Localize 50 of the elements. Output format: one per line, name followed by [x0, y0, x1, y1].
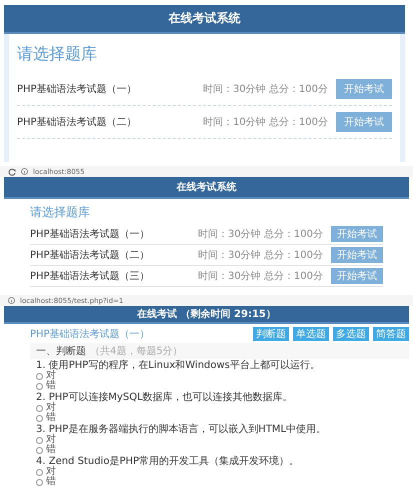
page-heading: 请选择题库 — [30, 204, 91, 221]
exam-heading: PHP基础语法考试题（一） — [30, 328, 151, 341]
radio-button[interactable] — [36, 382, 43, 390]
exam-info: 时间：30分钟 总分：100分 — [198, 248, 323, 262]
option-label: 错 — [46, 477, 56, 487]
reload-icon[interactable] — [8, 168, 16, 176]
option-label: 错 — [46, 381, 56, 391]
radio-button[interactable] — [36, 446, 43, 454]
exam-title: PHP基础语法考试题（二） — [30, 248, 151, 262]
exam-info: 时间：10分钟 总分：100分 — [203, 116, 328, 129]
question-text: 2. PHP可以连接MySQL数据库，也可以连接其他数据库。 — [35, 392, 294, 403]
exam-info: 时间：30分钟 总分：100分 — [203, 82, 328, 96]
radio-button[interactable] — [36, 372, 43, 380]
start-exam-button[interactable]: 开始考试 — [336, 112, 392, 132]
start-exam-button[interactable]: 开始考试 — [336, 79, 392, 99]
section-button[interactable]: 多选题 — [333, 327, 369, 341]
section-title: 一、判断题 — [36, 344, 86, 358]
site-info-icon — [8, 297, 15, 304]
radio-button[interactable] — [36, 414, 43, 422]
header-bar: 在线考试系统 — [4, 5, 405, 34]
radio-button[interactable] — [36, 404, 43, 412]
question-text: 4. Zend Studio是PHP常用的开发工具（集成开发环境）。 — [35, 456, 300, 467]
start-exam-button[interactable]: 开始考试 — [331, 247, 383, 263]
exam-info: 时间：30分钟 总分：100分 — [198, 270, 323, 283]
exam-info: 时间：30分钟 总分：100分 — [198, 228, 323, 241]
question-text: 1. 使用PHP写的程序，在Linux和Windows平台上都可以运行。 — [35, 360, 321, 371]
site-info-icon — [21, 168, 28, 175]
option-label: 对 — [46, 435, 56, 445]
exam-title: PHP基础语法考试题（二） — [17, 116, 138, 129]
question-text: 3. PHP是在服务器端执行的脚本语言，可以嵌入到HTML中使用。 — [35, 424, 328, 435]
header-bar: 在线考试 （剩余时间 29:15） — [4, 306, 409, 324]
radio-button[interactable] — [36, 478, 43, 486]
option-label: 对 — [46, 467, 56, 477]
section-note: （共4题，每题5分） — [90, 344, 183, 358]
section-button[interactable]: 单选题 — [293, 327, 329, 341]
option-label: 错 — [46, 413, 56, 423]
header-bar: 在线考试系统 — [4, 177, 409, 199]
option-label: 对 — [46, 371, 56, 381]
page-heading: 请选择题库 — [17, 44, 98, 65]
section-button[interactable]: 判断题 — [253, 327, 289, 341]
option-label: 对 — [46, 403, 56, 413]
section-button[interactable]: 简答题 — [373, 327, 409, 341]
exam-title: PHP基础语法考试题（一） — [30, 228, 151, 241]
start-exam-button[interactable]: 开始考试 — [331, 226, 383, 242]
exam-title: PHP基础语法考试题（一） — [17, 82, 138, 96]
radio-button[interactable] — [36, 436, 43, 444]
start-exam-button[interactable]: 开始考试 — [331, 268, 383, 284]
radio-button[interactable] — [36, 468, 43, 476]
option-label: 错 — [46, 445, 56, 455]
exam-title: PHP基础语法考试题（三） — [30, 270, 151, 283]
